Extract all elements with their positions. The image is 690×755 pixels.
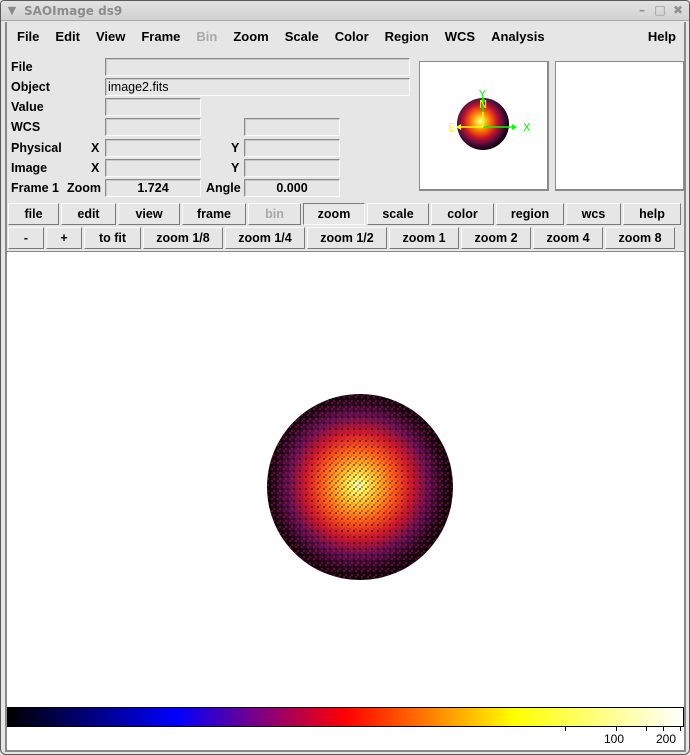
info-panel: File Object image2.fits Value WCS Physic… bbox=[7, 56, 685, 198]
title-bar[interactable]: ▼ SAOImage ds9 – □ ✖ bbox=[1, 1, 689, 21]
button-file[interactable]: file bbox=[8, 203, 59, 225]
panner-view[interactable]: X Y E N bbox=[420, 62, 549, 191]
menu-wcs[interactable]: WCS bbox=[437, 25, 483, 49]
zoom-button-bar: - + to fit zoom 1/8 zoom 1/4 zoom 1/2 zo… bbox=[7, 226, 684, 250]
physical-label: Physical bbox=[11, 141, 62, 155]
menu-edit[interactable]: Edit bbox=[47, 25, 88, 49]
wcs-field-1 bbox=[105, 118, 201, 136]
menu-scale[interactable]: Scale bbox=[277, 25, 327, 49]
physical-x-field bbox=[105, 139, 201, 157]
zoom-field: 1.724 bbox=[105, 179, 201, 197]
main-container: File Edit View Frame Bin Zoom Scale Colo… bbox=[5, 22, 686, 752]
button-zoom-out[interactable]: - bbox=[8, 227, 44, 249]
button-view[interactable]: view bbox=[118, 203, 180, 225]
physical-y-label: Y bbox=[231, 141, 240, 155]
value-field bbox=[105, 98, 201, 116]
colorbar-tick bbox=[680, 727, 681, 731]
physical-y-field bbox=[244, 139, 340, 157]
button-region[interactable]: region bbox=[496, 203, 564, 225]
button-zoom-fit[interactable]: to fit bbox=[84, 227, 141, 249]
compass-north-label: N bbox=[479, 98, 487, 111]
wcs-label: WCS bbox=[11, 120, 41, 134]
frame-label: Frame 1 bbox=[11, 181, 59, 195]
button-zoom-4[interactable]: zoom 4 bbox=[533, 227, 603, 249]
button-wcs[interactable]: wcs bbox=[566, 203, 621, 225]
menu-zoom[interactable]: Zoom bbox=[225, 25, 276, 49]
colorbar-tick bbox=[646, 727, 647, 731]
button-zoom-1[interactable]: zoom 1 bbox=[389, 227, 459, 249]
button-scale[interactable]: scale bbox=[367, 203, 429, 225]
object-label: Object bbox=[11, 80, 50, 94]
window-menu-icon[interactable]: ▼ bbox=[3, 2, 21, 20]
ds9-window: ▼ SAOImage ds9 – □ ✖ File Edit View Fram… bbox=[0, 0, 690, 755]
button-zoom-2[interactable]: zoom 2 bbox=[461, 227, 531, 249]
compass-x-label: X bbox=[523, 121, 531, 134]
button-zoom-1-2[interactable]: zoom 1/2 bbox=[307, 227, 387, 249]
compass-east-label: E bbox=[448, 121, 455, 134]
image-y-label: Y bbox=[231, 161, 240, 175]
image-x-label: X bbox=[91, 161, 100, 175]
button-edit[interactable]: edit bbox=[61, 203, 116, 225]
angle-field: 0.000 bbox=[244, 179, 340, 197]
colorbar[interactable] bbox=[7, 707, 684, 727]
source-image-noise bbox=[267, 394, 453, 580]
button-zoom-1-4[interactable]: zoom 1/4 bbox=[225, 227, 305, 249]
panner[interactable]: X Y E N bbox=[419, 61, 549, 191]
image-display[interactable] bbox=[7, 252, 684, 699]
magnifier bbox=[555, 61, 685, 191]
colorbar-area: 100 200 bbox=[7, 699, 684, 750]
menu-region[interactable]: Region bbox=[377, 25, 437, 49]
button-zoom-in[interactable]: + bbox=[46, 227, 82, 249]
button-zoom-1-8[interactable]: zoom 1/8 bbox=[143, 227, 223, 249]
button-frame[interactable]: frame bbox=[182, 203, 246, 225]
image-label: Image bbox=[11, 161, 48, 175]
image-canvas[interactable] bbox=[7, 251, 684, 699]
colorbar-label-100: 100 bbox=[604, 732, 625, 746]
menu-bar: File Edit View Frame Bin Zoom Scale Colo… bbox=[7, 22, 684, 52]
image-y-field bbox=[244, 159, 340, 177]
colorbar-label-200: 200 bbox=[656, 732, 677, 746]
file-label: File bbox=[11, 60, 33, 74]
file-field bbox=[105, 58, 410, 76]
maximize-icon[interactable]: □ bbox=[653, 3, 667, 17]
menu-view[interactable]: View bbox=[88, 25, 133, 49]
menu-color[interactable]: Color bbox=[327, 25, 377, 49]
window-title: SAOImage ds9 bbox=[24, 3, 123, 18]
colorbar-tick bbox=[565, 727, 566, 731]
zoom-label: Zoom bbox=[67, 181, 102, 195]
wcs-field-2 bbox=[244, 118, 340, 136]
menu-help[interactable]: Help bbox=[640, 25, 684, 49]
menu-frame[interactable]: Frame bbox=[133, 25, 188, 49]
button-help[interactable]: help bbox=[623, 203, 681, 225]
close-icon[interactable]: ✖ bbox=[671, 3, 685, 17]
button-bin: bin bbox=[248, 203, 301, 225]
object-field: image2.fits bbox=[105, 78, 410, 96]
menu-analysis[interactable]: Analysis bbox=[483, 25, 552, 49]
menu-file[interactable]: File bbox=[7, 25, 47, 49]
value-label: Value bbox=[11, 100, 44, 114]
button-zoom-8[interactable]: zoom 8 bbox=[605, 227, 675, 249]
menu-bin: Bin bbox=[196, 29, 218, 44]
physical-x-label: X bbox=[91, 141, 100, 155]
button-color[interactable]: color bbox=[431, 203, 494, 225]
angle-label: Angle bbox=[206, 181, 241, 195]
minimize-icon[interactable]: – bbox=[635, 3, 649, 17]
colorbar-tick bbox=[663, 727, 664, 731]
button-zoom[interactable]: zoom bbox=[303, 203, 365, 225]
image-x-field bbox=[105, 159, 201, 177]
colorbar-tick bbox=[616, 727, 617, 731]
main-button-bar: file edit view frame bin zoom scale colo… bbox=[7, 202, 684, 226]
